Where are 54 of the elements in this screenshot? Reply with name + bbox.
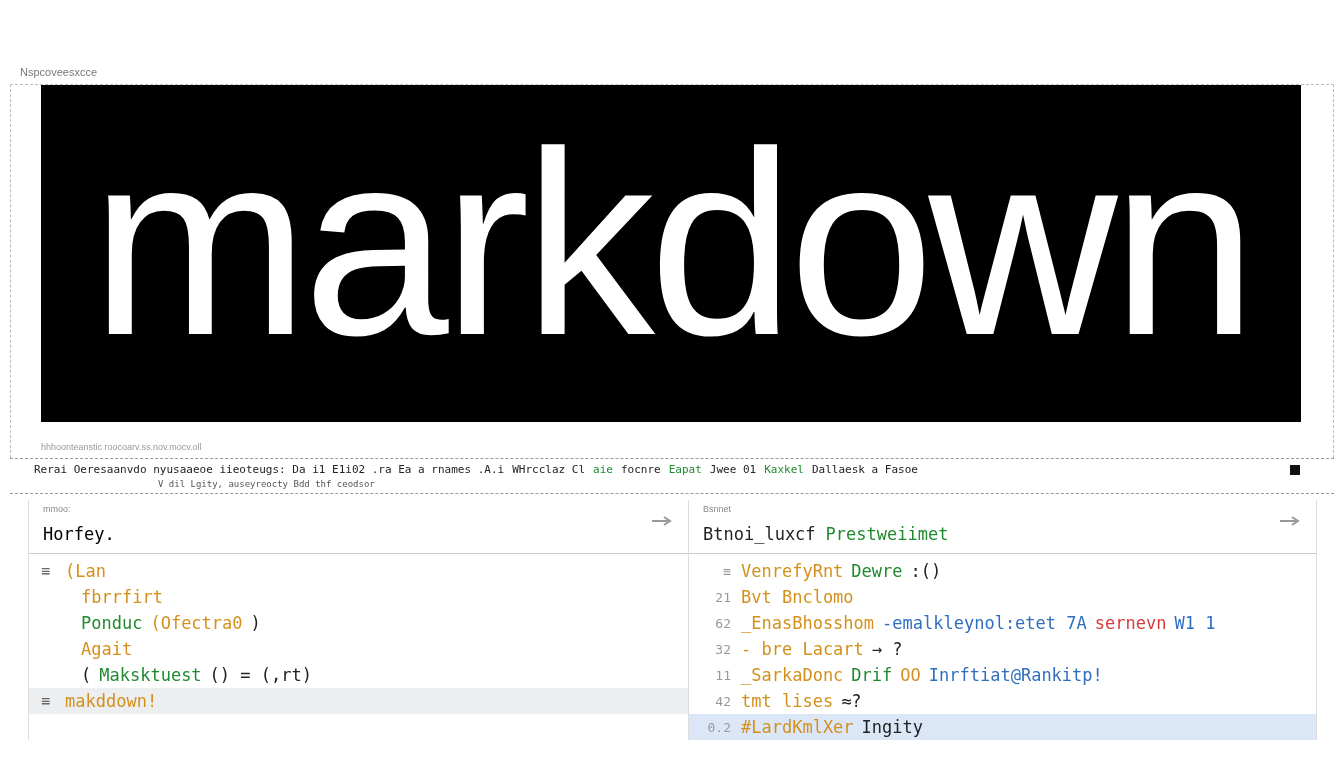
- code-token: Bvt Bnclomo: [741, 587, 854, 607]
- code-token: Maksktuest: [99, 665, 202, 685]
- code-token: _EnasBhosshom: [741, 613, 875, 633]
- code-token: (Lan: [65, 561, 106, 581]
- toolbar-text: Eapat: [668, 463, 702, 476]
- pane-label: Bsnnet: [703, 504, 733, 514]
- banner-title: markdown: [90, 112, 1252, 392]
- pane-label: mmoo:: [43, 504, 72, 514]
- toolbar-text: Rerai Oeresaanvdo nyusaaeoe iieoteugs: Da i1 E1i02 .ra Ea a rnames .A.i: [34, 463, 505, 476]
- code-token: Inrftiat@Rankitp!: [928, 665, 1103, 685]
- code-token: ≈?: [841, 691, 862, 711]
- code-token: _SarkaDonc: [741, 665, 844, 685]
- toolbar-text: Jwee 01: [709, 463, 757, 476]
- code-token: OO: [900, 665, 921, 685]
- pane-title: Horfey.: [43, 524, 115, 544]
- code-token: sernevn: [1094, 613, 1167, 633]
- toolbar-text: focnre: [620, 463, 661, 476]
- line-marker: ≡: [41, 692, 52, 710]
- line-marker: ≡: [41, 562, 52, 580]
- code-token: () = (,rt): [209, 665, 312, 685]
- code-token: Agait: [81, 639, 133, 659]
- code-token: makddown!: [65, 691, 158, 711]
- banner-caption: hhhoonteanstic roocoarv.ss.nov.mocv.oll: [40, 441, 203, 454]
- pane-title: Prestweiimet: [825, 524, 949, 544]
- code-token: #LardKmlXer: [741, 717, 854, 737]
- line-number: 42: [714, 693, 731, 709]
- toolbar-text: Dallaesk a Fasoe: [811, 463, 918, 476]
- toolbar-text: Kaxkel: [764, 463, 804, 476]
- code-token: -emalkleynol:etet 7A: [882, 613, 1087, 633]
- code-token: Ingity: [861, 717, 923, 737]
- code-token: (: [81, 665, 92, 685]
- line-number: 11: [714, 667, 731, 683]
- line-number: 21: [714, 589, 731, 605]
- line-number: 62: [714, 615, 731, 631]
- code-token: Ponduc: [81, 613, 143, 633]
- section-label: Nspcoveesxcce: [19, 66, 99, 80]
- toolbar-text: WHrcclaz Cl: [512, 463, 586, 476]
- line-number: 0.2: [706, 719, 731, 735]
- code-token: VenrefyRnt: [741, 561, 844, 581]
- toolbar-text: aie: [593, 463, 613, 476]
- code-token: ): [250, 613, 261, 633]
- code-token: Dewre: [851, 561, 903, 581]
- line-number: ≡: [722, 563, 731, 579]
- code-token: W1 1: [1174, 613, 1216, 633]
- code-token: fbrrfirt: [81, 587, 163, 607]
- toolbar-subtext: V dil Lgity, auseyreocty Bdd thf ceodsor: [157, 478, 376, 489]
- code-token: (Ofectra0: [150, 613, 243, 633]
- code-token: Drif: [851, 665, 893, 685]
- pane-title: Btnoi_luxcf: [703, 524, 816, 544]
- code-token: :(): [910, 561, 942, 581]
- code-token: - bre Lacart: [741, 639, 864, 659]
- line-number: 32: [714, 641, 731, 657]
- code-token: tmt lises: [741, 691, 834, 711]
- code-token: → ?: [871, 639, 903, 659]
